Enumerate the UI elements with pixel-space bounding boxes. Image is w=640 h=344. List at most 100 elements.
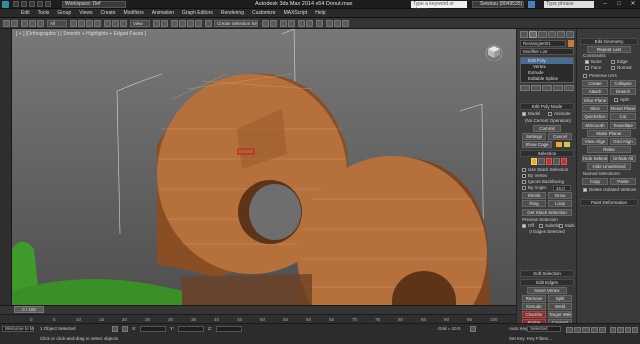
create-button[interactable]: Create [582, 80, 608, 87]
align-icon[interactable] [270, 20, 277, 27]
save-file-icon[interactable] [29, 1, 35, 7]
split-checkbox[interactable]: Split [614, 97, 629, 103]
mirror-icon[interactable] [262, 20, 269, 27]
link-icon[interactable] [21, 20, 28, 27]
zoom-all-icon[interactable] [617, 327, 624, 333]
rendered-frame-window-icon[interactable] [334, 20, 341, 27]
loop-button[interactable]: Loop [548, 200, 572, 207]
selected-set-dropdown[interactable]: Selected [527, 326, 561, 332]
menu-tools[interactable]: Tools [34, 9, 54, 17]
edit-poly-mode-rollout[interactable]: Edit Poly Mode [520, 103, 574, 110]
pin-stack-icon[interactable] [520, 85, 530, 91]
object-name-field[interactable]: Rectangle001 [520, 40, 566, 47]
material-editor-icon[interactable] [316, 20, 323, 27]
key-filters-button[interactable]: Key Filters... [527, 336, 552, 341]
render-production-icon[interactable] [342, 20, 349, 27]
settings-button[interactable]: Settings [522, 133, 546, 140]
object-color-swatch[interactable] [568, 40, 574, 47]
paint-deformation-rollout[interactable]: Paint Deformation [580, 199, 638, 206]
animate-radio[interactable]: Animate [548, 111, 571, 117]
play-icon[interactable] [582, 327, 590, 333]
menu-graph-editors[interactable]: Graph Editors [178, 9, 217, 17]
unlink-icon[interactable] [29, 20, 36, 27]
user-account-button[interactable]: Sewouu (8049535) [472, 1, 524, 8]
select-object-icon[interactable] [70, 20, 77, 27]
time-slider-thumb[interactable]: 0 / 100 [14, 306, 44, 313]
relax-button[interactable]: Relax [587, 146, 631, 153]
go-to-start-icon[interactable] [566, 327, 574, 333]
new-file-icon[interactable] [13, 1, 19, 7]
menu-maxscript[interactable]: MAXScript [280, 9, 312, 17]
render-setup-icon[interactable] [326, 20, 333, 27]
select-rotate-icon[interactable] [112, 20, 119, 27]
create-tab-icon[interactable] [520, 31, 529, 38]
constraint-normal-radio[interactable]: Normal [611, 65, 632, 71]
remove-modifier-icon[interactable] [553, 85, 563, 91]
y-coordinate-field[interactable] [178, 326, 204, 332]
workspace-dropdown[interactable]: Workspace: Def [62, 1, 126, 8]
pan-icon[interactable] [624, 327, 631, 333]
graphite-ribbon-icon[interactable] [288, 20, 295, 27]
by-angle-checkbox[interactable]: By Angle: [522, 185, 547, 191]
next-frame-icon[interactable] [590, 327, 598, 333]
edit-edges-rollout[interactable]: Edit Edges [520, 279, 574, 286]
undo-toolbar-icon[interactable] [3, 20, 10, 27]
close-button[interactable]: ✕ [626, 0, 640, 8]
minimize-button[interactable]: – [598, 0, 612, 8]
viewcube-icon[interactable] [485, 43, 503, 61]
remove-button[interactable]: Remove [522, 295, 546, 302]
menu-views[interactable]: Views [75, 9, 96, 17]
angle-snap-icon[interactable] [179, 20, 186, 27]
menu-rendering[interactable]: Rendering [217, 9, 248, 17]
redo-icon[interactable] [45, 1, 51, 7]
viewport-label[interactable]: [ + ] [Orthographic ] [ Smooth + Highlig… [16, 31, 146, 37]
select-move-icon[interactable] [104, 20, 111, 27]
ring-button[interactable]: Ring [522, 200, 546, 207]
curve-editor-icon[interactable] [298, 20, 305, 27]
cage-color-swatch[interactable] [556, 142, 562, 147]
infocenter-search-input[interactable]: Type a keyword or phrase [411, 1, 467, 13]
snap-toggle-icon[interactable] [171, 20, 178, 27]
maxscript-listener[interactable]: Welcome to M [2, 326, 34, 332]
menu-animation[interactable]: Animation [148, 9, 178, 17]
cage-selected-color-swatch[interactable] [564, 142, 570, 147]
view-align-button[interactable]: View Align [582, 138, 608, 145]
collapse-button[interactable]: Collapse [610, 80, 636, 87]
menu-create[interactable]: Create [96, 9, 119, 17]
extrude-button[interactable]: Extrude [522, 303, 546, 310]
pivot-center-icon[interactable] [153, 20, 160, 27]
edge-level-icon[interactable] [538, 158, 545, 165]
element-level-icon[interactable] [560, 158, 568, 165]
commit-button[interactable]: Commit [533, 125, 561, 132]
unhide-all-button[interactable]: Unhide All [610, 155, 636, 162]
vertex-level-icon[interactable] [531, 158, 538, 165]
target-weld-button[interactable]: Target Weld [548, 311, 572, 318]
hierarchy-tab-icon[interactable] [538, 31, 547, 38]
model-radio[interactable]: Model [522, 111, 540, 117]
exchange-icon[interactable] [528, 1, 535, 8]
polygon-level-icon[interactable] [553, 158, 560, 165]
paste-button[interactable]: Paste [610, 178, 636, 185]
menu-group[interactable]: Group [53, 9, 75, 17]
lock-selection-icon[interactable] [112, 326, 118, 332]
hide-selected-button[interactable]: Hide Selected [582, 155, 608, 162]
redo-toolbar-icon[interactable] [11, 20, 18, 27]
edit-geometry-rollout[interactable]: Edit Geometry [580, 38, 638, 45]
zoom-icon[interactable] [610, 327, 617, 333]
menu-customize[interactable]: Customize [248, 9, 280, 17]
slice-plane-button[interactable]: Slice Plane [582, 97, 608, 104]
quickslice-button[interactable]: QuickSlice [582, 113, 608, 120]
reset-plane-button[interactable]: Reset Plane [610, 105, 636, 112]
bind-space-warp-icon[interactable] [37, 20, 44, 27]
set-key-button[interactable]: Set Key [509, 336, 525, 341]
modifier-list-dropdown[interactable]: Modifier List [520, 48, 574, 55]
named-selection-sets-dropdown[interactable]: Create Selection Se [214, 20, 258, 27]
copy-button[interactable]: Copy [582, 178, 608, 185]
chamfer-button[interactable]: Chamfer [522, 311, 546, 318]
rectangular-selection-icon[interactable] [86, 20, 93, 27]
window-crossing-icon[interactable] [94, 20, 101, 27]
constraint-face-radio[interactable]: Face [585, 65, 601, 71]
auto-key-button[interactable]: Auto Key [509, 326, 527, 331]
undo-icon[interactable] [37, 1, 43, 7]
motion-tab-icon[interactable] [547, 31, 556, 38]
